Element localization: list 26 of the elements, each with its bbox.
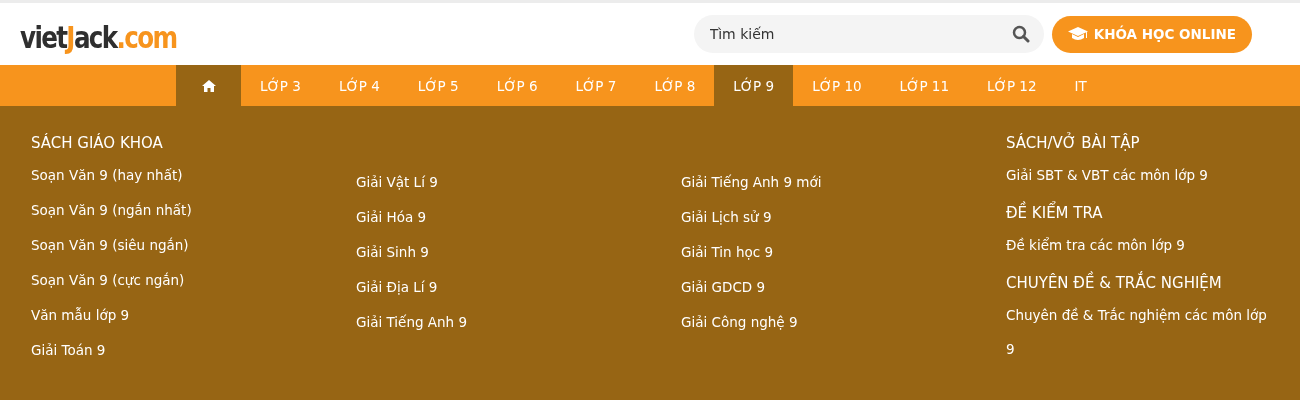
search-field[interactable]: Tìm kiếm (693, 15, 1044, 53)
menu-link[interactable]: Giải Hóa 9 (356, 200, 681, 235)
nav-tab[interactable]: LỚP 9 (714, 65, 794, 106)
menu-link[interactable]: Soạn Văn 9 (siêu ngắn) (31, 228, 356, 263)
menu-heading: SÁCH/VỞ BÀI TẬP (1006, 131, 1141, 154)
menu-link[interactable]: Giải Toán 9 (31, 333, 356, 368)
menu-link[interactable]: Giải Tin học 9 (681, 235, 1006, 270)
menu-link[interactable]: Giải GDCD 9 (681, 270, 1006, 305)
menu-link[interactable]: Soạn Văn 9 (hay nhất) (31, 158, 356, 193)
menu-heading: ĐỀ KIỂM TRA (1006, 198, 1276, 228)
menu-link[interactable]: Giải Tiếng Anh 9 mới (681, 165, 1006, 200)
menu-link[interactable]: Giải Lịch sử 9 (681, 200, 1006, 235)
menu-heading: SÁCH GIÁO KHOA (31, 132, 164, 154)
menu-link[interactable]: Chuyên đề & Trắc nghiệm các môn lớp 9 (1006, 298, 1276, 366)
menu-link[interactable]: Soạn Văn 9 (ngắn nhất) (31, 193, 356, 228)
menu-link[interactable]: Giải SBT & VBT các môn lớp 9 (1006, 158, 1276, 192)
menu-link[interactable]: Giải Địa Lí 9 (356, 270, 681, 305)
menu-link[interactable]: Giải Sinh 9 (356, 235, 681, 270)
menu-link[interactable]: Giải Công nghệ 9 (681, 305, 1006, 340)
menu-link[interactable]: Soạn Văn 9 (cực ngắn) (31, 263, 356, 298)
menu-link[interactable]: Văn mẫu lớp 9 (31, 298, 356, 333)
menu-link[interactable]: Giải Tiếng Anh 9 (356, 305, 681, 340)
vietjack-logo[interactable]: vietJack.com (20, 19, 177, 55)
menu-link[interactable]: Đề kiểm tra các môn lớp 9 (1006, 228, 1276, 262)
menu-heading: CHUYÊN ĐỀ & TRẮC NGHIỆM (1006, 268, 1276, 298)
menu-link[interactable]: Giải Vật Lí 9 (356, 165, 681, 200)
